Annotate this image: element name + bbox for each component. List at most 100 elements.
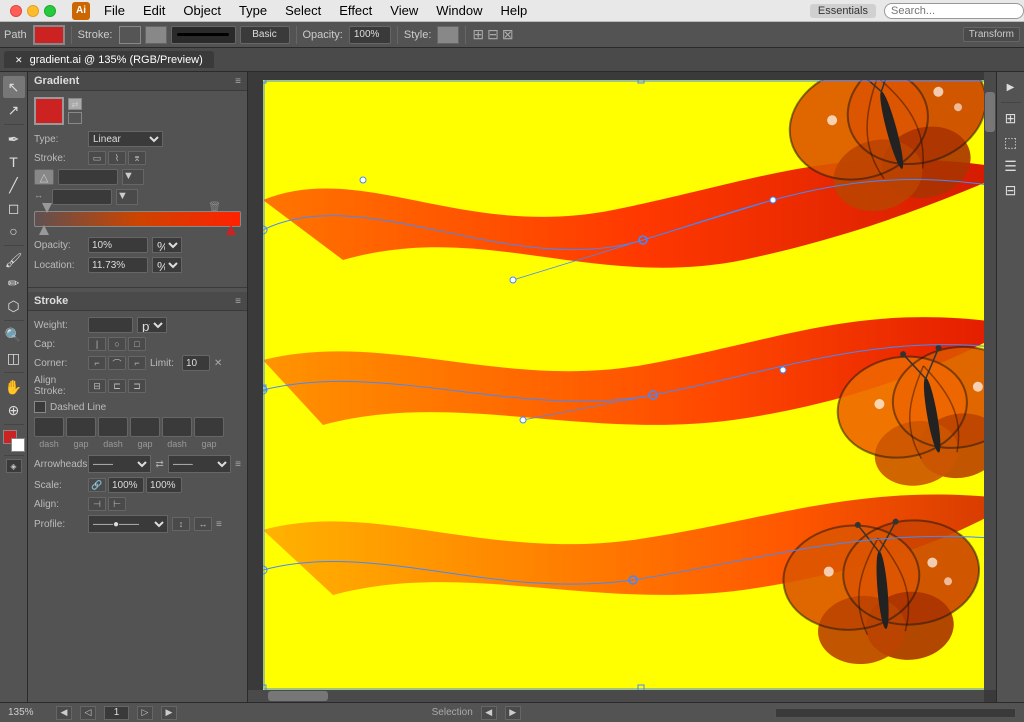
reset-icon[interactable] xyxy=(68,112,82,124)
vertical-scrollbar[interactable] xyxy=(984,72,996,690)
stroke-along-btn[interactable]: ⌇ xyxy=(108,151,126,165)
stroke-preview-box[interactable] xyxy=(145,26,167,44)
menu-object[interactable]: Object xyxy=(175,2,229,19)
gradient-panel-menu[interactable]: ≡ xyxy=(235,76,241,87)
tool-pencil[interactable]: ✏ xyxy=(3,272,25,294)
profile-flip-h[interactable]: ↔ xyxy=(194,517,212,531)
dash-box-3[interactable] xyxy=(162,417,192,437)
profile-menu[interactable]: ≡ xyxy=(216,519,222,530)
arrow-swap[interactable]: ⇄ xyxy=(155,459,163,470)
scale-input[interactable] xyxy=(52,189,112,205)
gap-box-2[interactable] xyxy=(130,417,160,437)
arrow-end-select[interactable]: —— → xyxy=(168,455,231,473)
scale-end-input[interactable] xyxy=(146,477,182,493)
tool-select[interactable]: ↖ xyxy=(3,76,25,98)
fill-color[interactable] xyxy=(33,25,65,45)
cap-square[interactable]: □ xyxy=(128,337,146,351)
drawing-modes[interactable]: ◈ xyxy=(6,459,22,473)
menu-type[interactable]: Type xyxy=(231,2,275,19)
angle-input[interactable] xyxy=(58,169,118,185)
transform-button[interactable]: Transform xyxy=(963,27,1020,42)
align-left-icon[interactable]: ⊞ xyxy=(472,26,484,43)
next-page-2[interactable]: ▶ xyxy=(161,706,177,720)
gap-box-3[interactable] xyxy=(194,417,224,437)
tool-zoom[interactable]: ⊕ xyxy=(3,399,25,421)
weight-unit[interactable]: pt xyxy=(137,317,167,333)
tool-eyedropper[interactable]: 🔍 xyxy=(3,324,25,346)
page-input[interactable] xyxy=(104,706,129,720)
mode-next[interactable]: ▶ xyxy=(505,706,521,720)
close-button[interactable] xyxy=(10,5,22,17)
file-tab[interactable]: ✕ gradient.ai @ 135% (RGB/Preview) xyxy=(4,51,214,68)
gradient-delete-icon[interactable]: 🗑 xyxy=(208,201,221,213)
stroke-fill-btn[interactable]: ▭ xyxy=(88,151,106,165)
opacity-input[interactable] xyxy=(349,26,391,44)
opacity-prop-input[interactable] xyxy=(88,237,148,253)
tool-type[interactable]: T xyxy=(3,151,25,173)
dash-box-1[interactable] xyxy=(34,417,64,437)
stroke-panel-header[interactable]: Stroke ≡ xyxy=(28,292,247,311)
cap-butt[interactable]: | xyxy=(88,337,106,351)
gradient-panel-header[interactable]: Gradient ≡ xyxy=(28,72,247,91)
right-panel-btn-4[interactable]: ⊟ xyxy=(1000,179,1022,201)
stroke-box-small[interactable] xyxy=(11,438,25,452)
right-panel-btn-3[interactable]: ☰ xyxy=(1000,155,1022,177)
menu-effect[interactable]: Effect xyxy=(331,2,380,19)
scroll-thumb-horizontal[interactable] xyxy=(268,691,328,701)
align-inside[interactable]: ⊢ xyxy=(108,497,126,511)
align-center-icon[interactable]: ⊟ xyxy=(487,26,499,43)
profile-flip-v[interactable]: ↕ xyxy=(172,517,190,531)
weight-input[interactable] xyxy=(88,317,133,333)
tool-gradient[interactable]: ◫ xyxy=(3,347,25,369)
stroke-color[interactable] xyxy=(119,26,141,44)
right-panel-collapse[interactable]: ▶ xyxy=(1000,76,1022,98)
tool-pen[interactable]: ✒ xyxy=(3,128,25,150)
arrowheads-menu[interactable]: ≡ xyxy=(235,459,241,470)
scale-dropdown[interactable]: ▼ xyxy=(116,189,138,205)
prev-page-2[interactable]: ◁ xyxy=(80,706,96,720)
profile-select[interactable]: ——●—— Uniform xyxy=(88,515,168,533)
tool-direct-select[interactable]: ↗ xyxy=(3,99,25,121)
limit-close[interactable]: ✕ xyxy=(214,358,222,369)
menu-window[interactable]: Window xyxy=(428,2,490,19)
essentials-button[interactable]: Essentials xyxy=(810,4,876,18)
gradient-bar[interactable] xyxy=(34,211,241,227)
align-right-icon[interactable]: ⊠ xyxy=(502,26,514,43)
tool-blend[interactable]: ⬡ xyxy=(3,295,25,317)
minimize-button[interactable] xyxy=(27,5,39,17)
stroke-basic-dropdown[interactable]: Basic xyxy=(240,26,290,44)
swap-icon[interactable]: ⇄ xyxy=(68,98,82,110)
corner-miter[interactable]: ⌐ xyxy=(88,356,106,370)
gradient-type-select[interactable]: Linear Radial xyxy=(88,131,163,147)
scale-link-icon[interactable]: 🔗 xyxy=(88,478,106,492)
gradient-fill-box[interactable] xyxy=(34,97,64,125)
maximize-button[interactable] xyxy=(44,5,56,17)
tool-paintbrush[interactable]: 🖌 xyxy=(3,249,25,271)
corner-bevel[interactable]: ⌐ xyxy=(128,356,146,370)
file-tab-close[interactable]: ✕ xyxy=(15,55,23,65)
tool-hand[interactable]: ✋ xyxy=(3,376,25,398)
stroke-style-dropdown[interactable] xyxy=(171,26,236,44)
stroke-across-btn[interactable]: ⌆ xyxy=(128,151,146,165)
mode-prev[interactable]: ◀ xyxy=(481,706,497,720)
arrow-start-select[interactable]: —— → xyxy=(88,455,151,473)
align-extend[interactable]: ⊣ xyxy=(88,497,106,511)
style-dropdown[interactable] xyxy=(437,26,459,44)
angle-dropdown[interactable]: ▼ xyxy=(122,169,144,185)
right-panel-btn-1[interactable]: ⊞ xyxy=(1000,107,1022,129)
prev-page[interactable]: ◀ xyxy=(56,706,72,720)
tool-line[interactable]: ╱ xyxy=(3,174,25,196)
location-unit[interactable]: % xyxy=(152,257,182,273)
corner-round[interactable]: ⌒ xyxy=(108,356,126,370)
menu-select[interactable]: Select xyxy=(277,2,329,19)
dashed-checkbox[interactable] xyxy=(34,401,46,413)
menu-edit[interactable]: Edit xyxy=(135,2,173,19)
scroll-thumb-vertical[interactable] xyxy=(985,92,995,132)
stroke-panel-menu[interactable]: ≡ xyxy=(235,296,241,307)
menu-view[interactable]: View xyxy=(382,2,426,19)
opacity-unit[interactable]: % xyxy=(152,237,182,253)
horizontal-scrollbar[interactable] xyxy=(248,690,984,702)
gap-box-1[interactable] xyxy=(66,417,96,437)
menu-file[interactable]: File xyxy=(96,2,133,19)
right-panel-btn-2[interactable]: ⬚ xyxy=(1000,131,1022,153)
